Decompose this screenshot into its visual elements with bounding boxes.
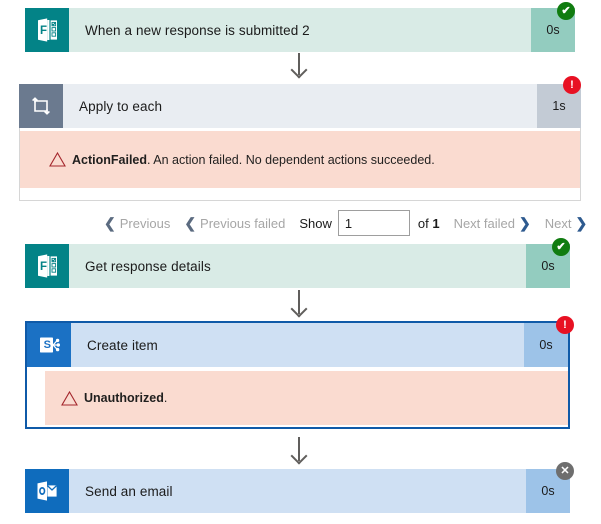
connector-arrow xyxy=(298,53,300,75)
microsoft-forms-icon: F xyxy=(25,244,69,288)
microsoft-forms-icon: F xyxy=(25,8,69,52)
warning-triangle-icon xyxy=(54,390,84,407)
flow-step-when-a-new-response-is-submitted-2[interactable]: F When a new response is submitted 2 0s xyxy=(25,8,575,52)
pager-show-label: Show xyxy=(299,215,332,231)
pager-next-label: Next xyxy=(544,215,572,231)
chevron-right-icon: ❯ xyxy=(575,214,588,231)
flow-step-create-item[interactable]: S Create item 0s xyxy=(27,323,568,367)
flow-step-send-an-email[interactable]: Send an email 0s xyxy=(25,469,570,513)
svg-text:F: F xyxy=(40,261,47,273)
sharepoint-icon: S xyxy=(27,323,71,367)
flow-run-canvas: F When a new response is submitted 2 0s … xyxy=(0,0,601,524)
chevron-right-icon: ❯ xyxy=(518,214,531,231)
flow-step-title: Apply to each xyxy=(63,84,537,128)
pager-total-pages: 1 xyxy=(432,215,440,231)
pager-next-button[interactable]: Next ❯ xyxy=(545,215,587,232)
error-banner-unauthorized: Unauthorized. xyxy=(45,371,568,425)
flow-step-title: Get response details xyxy=(69,244,526,288)
chevron-left-icon: ❮ xyxy=(104,214,116,231)
pager-next-failed-label: Next failed xyxy=(453,215,515,231)
status-badge-skipped: ✕ xyxy=(556,462,574,480)
outlook-icon xyxy=(25,469,69,513)
pager-previous-button[interactable]: ❮ Previous xyxy=(104,215,170,232)
flow-step-title: Create item xyxy=(71,323,524,367)
flow-step-title: When a new response is submitted 2 xyxy=(69,8,531,52)
loop-repeat-icon xyxy=(19,84,63,128)
pager-of-label: of xyxy=(417,215,429,231)
connector-arrow xyxy=(298,437,300,461)
pager-next-failed-button[interactable]: Next failed ❯ xyxy=(454,215,531,232)
svg-text:F: F xyxy=(40,25,47,37)
status-badge-succeeded: ✔ xyxy=(552,238,570,256)
error-banner-action-failed: ActionFailed. An action failed. No depen… xyxy=(20,131,580,188)
status-badge-failed: ! xyxy=(556,316,574,334)
flow-step-apply-to-each[interactable]: Apply to each 1s xyxy=(19,84,581,128)
error-message-unauthorized: Unauthorized. xyxy=(84,391,167,405)
error-message-action-failed: ActionFailed. An action failed. No depen… xyxy=(72,153,435,167)
warning-triangle-icon xyxy=(42,151,72,168)
chevron-left-icon: ❮ xyxy=(184,214,197,231)
svg-text:S: S xyxy=(44,339,51,351)
iteration-pager: ❮ Previous ❮ Previous failed Show of 1 N… xyxy=(104,210,587,236)
pager-previous-label: Previous xyxy=(119,215,171,231)
status-badge-succeeded: ✔ xyxy=(557,2,575,20)
pager-of-total: of 1 xyxy=(418,216,440,231)
pager-previous-failed-label: Previous failed xyxy=(200,215,286,231)
pager-page-input[interactable] xyxy=(337,210,410,236)
error-detail: . An action failed. No dependent actions… xyxy=(147,152,435,167)
flow-step-title: Send an email xyxy=(69,469,526,513)
status-badge-failed: ! xyxy=(563,76,581,94)
pager-previous-failed-button[interactable]: ❮ Previous failed xyxy=(184,215,285,232)
error-code: ActionFailed xyxy=(72,152,148,167)
error-detail: . xyxy=(163,391,168,405)
error-code: Unauthorized xyxy=(84,391,164,405)
connector-arrow xyxy=(298,290,300,314)
flow-step-get-response-details[interactable]: F Get response details 0s xyxy=(25,244,570,288)
